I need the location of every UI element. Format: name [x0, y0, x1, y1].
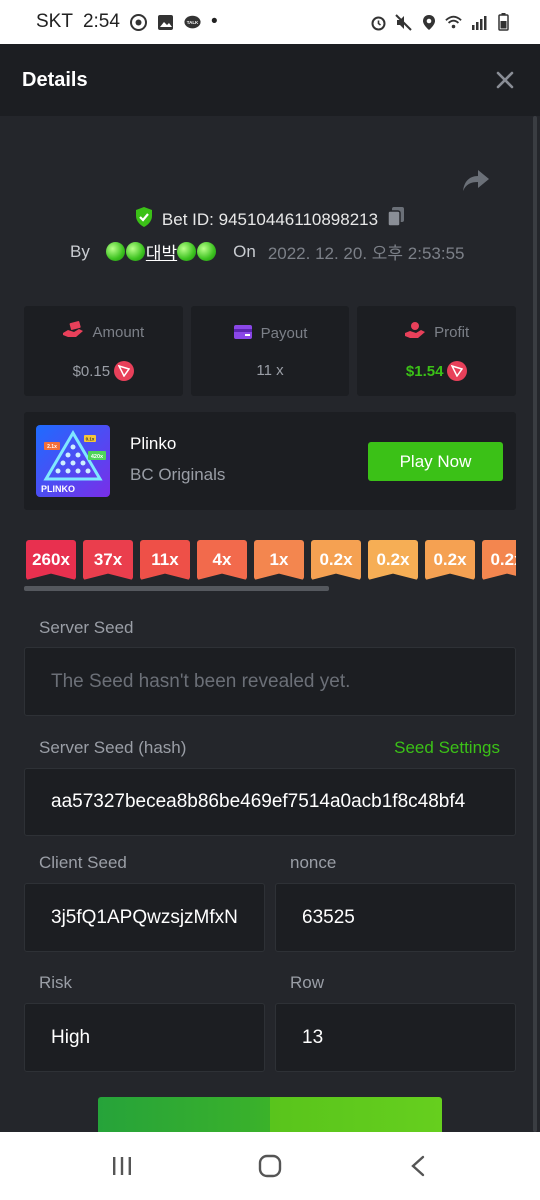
signal-icon — [470, 14, 487, 31]
server-seed-field[interactable]: The Seed hasn't been revealed yet. — [24, 647, 516, 716]
green-ball-icon — [105, 242, 125, 261]
game-provider: BC Originals — [130, 465, 226, 484]
server-hash-label: Server Seed (hash) — [39, 738, 187, 757]
alarm-icon — [370, 14, 387, 31]
copy-icon[interactable] — [386, 206, 406, 233]
amount-value: $0.15 — [72, 362, 111, 380]
verified-shield-icon — [134, 206, 154, 233]
card-icon — [233, 324, 253, 344]
page-title: Details — [22, 68, 88, 91]
tron-coin-icon — [447, 361, 468, 381]
tron-coin-icon — [114, 361, 135, 381]
nonce-field[interactable]: 63525 — [275, 883, 516, 952]
details-header: Details — [0, 44, 540, 116]
share-icon[interactable] — [462, 168, 490, 194]
close-icon[interactable] — [492, 67, 518, 93]
bet-id-row: Bet ID: 94510446110898213 — [0, 206, 540, 233]
kakaotalk-icon: TALK — [184, 14, 201, 31]
payout-label: Payout — [260, 325, 308, 342]
stats-row: Amount $0.15 Payout 11 x Profit $1.54 — [24, 306, 517, 396]
amount-label: Amount — [92, 323, 145, 341]
profit-value: $1.54 — [405, 362, 444, 380]
carrier-label: SKT — [36, 11, 73, 32]
hand-coin-icon — [404, 321, 426, 343]
green-ball-icon — [125, 242, 145, 261]
recent-apps-icon[interactable] — [102, 1146, 142, 1186]
play-now-button[interactable]: Play Now — [368, 442, 503, 481]
thumb-tag-1: 2.1x — [47, 444, 57, 450]
multiplier-chip: 37x — [83, 540, 133, 580]
profit-card: Profit $1.54 — [357, 306, 517, 396]
username: 대박 — [145, 244, 178, 263]
bet-byline: By 대박 On 2022. 12. 20. 오후 2:53:55 — [70, 239, 465, 264]
thumb-title: PLINKO — [41, 484, 75, 494]
row-label: Row — [290, 973, 325, 992]
mute-icon — [395, 13, 412, 31]
thumb-tag-3: 420x — [91, 454, 104, 460]
wifi-icon — [445, 14, 462, 31]
seed-settings-link[interactable]: Seed Settings — [394, 738, 500, 758]
on-label: On — [233, 241, 256, 261]
multiplier-chip: 4x — [197, 540, 247, 580]
home-icon[interactable] — [250, 1146, 290, 1186]
location-icon — [420, 14, 437, 31]
multiplier-chip: 0.2x — [368, 540, 418, 580]
status-bar: SKT 2:54 TALK • — [0, 0, 540, 44]
gallery-icon — [157, 14, 174, 31]
green-ball-icon — [177, 242, 197, 261]
profit-label: Profit — [434, 323, 470, 341]
back-icon[interactable] — [398, 1146, 438, 1186]
game-name: Plinko — [130, 434, 177, 453]
clock: 2:54 — [82, 11, 120, 32]
game-card: 2.1x 0.1x 420x PLINKO Plinko BC Original… — [24, 412, 516, 510]
plinko-thumbnail[interactable]: 2.1x 0.1x 420x PLINKO — [36, 425, 110, 497]
by-label: By — [70, 241, 90, 261]
payout-card: Payout 11 x — [190, 306, 350, 396]
amount-card: Amount $0.15 — [24, 306, 183, 396]
payout-value: 11 x — [256, 361, 284, 379]
username-link[interactable]: 대박 — [105, 239, 217, 264]
client-seed-field[interactable]: 3j5fQ1APQwzsjzMfxN — [24, 883, 265, 952]
nonce-label: nonce — [290, 853, 337, 872]
risk-field[interactable]: High — [24, 1003, 265, 1072]
multiplier-chip: 0.2x — [425, 540, 475, 580]
battery-icon — [495, 13, 512, 31]
risk-label: Risk — [39, 973, 73, 992]
server-seed-label: Server Seed — [39, 618, 134, 637]
row-field[interactable]: 13 — [275, 1003, 516, 1072]
chrome-icon — [129, 13, 147, 31]
bet-datetime: 2022. 12. 20. 오후 2:53:55 — [267, 244, 465, 263]
multiplier-strip[interactable]: 260x37x11x4x1x0.2x0.2x0.2x0.2x — [26, 540, 516, 580]
multiplier-chip: 1x — [254, 540, 304, 580]
details-content[interactable]: Bet ID: 94510446110898213 By 대박 On 2022.… — [0, 116, 540, 1132]
talk-badge-text: TALK — [187, 19, 199, 24]
notification-dot: • — [210, 11, 218, 32]
verify-button[interactable]: Verify — [98, 1097, 442, 1132]
system-nav-bar — [0, 1132, 540, 1200]
thumb-tag-2: 0.1x — [86, 437, 95, 442]
green-ball-icon — [197, 242, 217, 261]
client-seed-label: Client Seed — [39, 853, 127, 872]
bet-id-text: Bet ID: 94510446110898213 — [161, 209, 379, 229]
money-hand-icon — [62, 321, 84, 343]
multiplier-chip: 11x — [140, 540, 190, 580]
horizontal-scrollbar[interactable] — [24, 586, 329, 591]
multiplier-chip: 0.2x — [311, 540, 361, 580]
server-hash-field[interactable]: aa57327becea8b86be469ef7514a0acb1f8c48bf… — [24, 768, 516, 836]
multiplier-chip: 260x — [26, 540, 76, 580]
multiplier-chip: 0.2x — [482, 540, 516, 580]
vertical-scrollbar[interactable] — [533, 116, 537, 1132]
